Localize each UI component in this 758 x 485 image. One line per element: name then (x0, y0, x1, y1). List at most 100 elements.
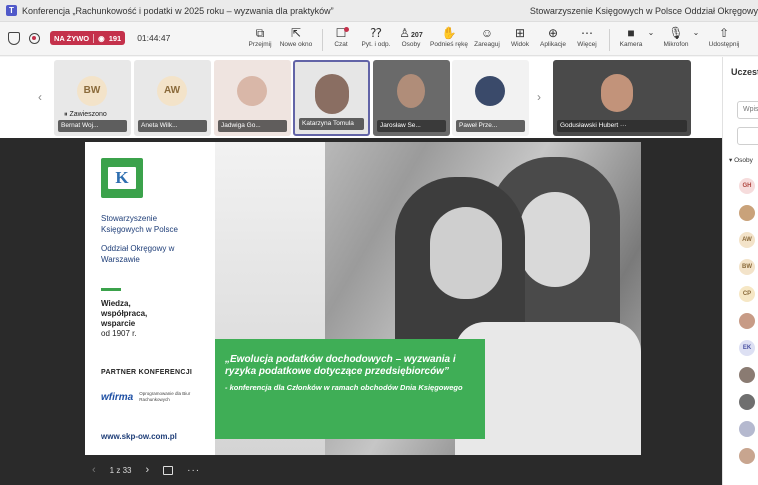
participant-avatar[interactable] (739, 448, 755, 464)
participant-avatar[interactable]: CP (739, 286, 755, 302)
new-window-button[interactable]: ⇱ Nowe okno (279, 25, 313, 55)
motto-line-1: Wiedza, (101, 299, 131, 308)
participant-avatar[interactable]: BW (739, 259, 755, 275)
raise-hand-button[interactable]: ✋ Podnieś rękę (430, 25, 468, 55)
share-button[interactable]: ⇧ Udostępnij (706, 25, 742, 55)
participant-tile[interactable]: Jarosław Se... (373, 60, 450, 136)
chevron-down-icon: ▾ (729, 157, 733, 164)
since-year: od 1907 r. (101, 329, 137, 338)
slide-subline: - konferencja dla Członków w ramach obch… (225, 383, 463, 392)
chevron-left-icon[interactable]: ‹ (38, 90, 42, 104)
video-feed (601, 74, 633, 112)
panel-input[interactable] (737, 127, 758, 145)
previous-slide-button[interactable]: ‹ (92, 464, 96, 476)
chevron-right-icon[interactable]: › (537, 90, 541, 104)
apps-plus-icon: ⊕ (547, 26, 559, 40)
participant-tile[interactable]: Godusławski Hubert ··· (553, 60, 691, 136)
participant-tile[interactable]: AW Aneta Wilk... (134, 60, 211, 136)
participant-avatar[interactable]: GH (739, 178, 755, 194)
shield-icon[interactable] (8, 31, 20, 45)
participant-avatar[interactable]: EK (739, 340, 755, 356)
participant-avatar[interactable] (739, 205, 755, 221)
slide-left-panel: K Stowarzyszenie Księgowych w Polsce Odd… (85, 142, 215, 455)
participant-tile[interactable]: BW ⏸ Zawieszono Bernat Woj... (54, 60, 131, 136)
hand-icon: ✋ (441, 26, 457, 40)
search-input[interactable]: Wpisz (737, 101, 758, 119)
camera-options-button[interactable]: ⌄ (646, 25, 656, 55)
next-slide-button[interactable]: › (145, 464, 149, 476)
toolbar-divider (322, 29, 323, 51)
take-control-icon: ⧉ (255, 26, 265, 40)
website-url: www.skp-ow.com.pl (101, 432, 177, 441)
participants-panel: Uczestnicy Wpisz ▾ Osoby GH AW BW CP EK (722, 57, 758, 485)
panel-header: Uczestnicy (731, 67, 758, 77)
slide-headline: „Ewolucja podatków dochodowych – wyzwani… (225, 354, 456, 377)
org-name: Stowarzyszenie Księgowych w Polsce (101, 214, 178, 234)
qa-icon: ⁇ (370, 26, 382, 40)
partner-label: PARTNER KONFERENCJI (101, 369, 193, 376)
qa-button[interactable]: ⁇ Pyt. i odp. (360, 25, 392, 55)
people-count: 207 (411, 32, 423, 39)
live-badge[interactable]: NA ŻYWO ◉ 191 (50, 31, 126, 45)
teams-app-icon: T (6, 5, 17, 16)
apps-button[interactable]: ⊕ Aplikacje (539, 25, 567, 55)
chat-button[interactable]: ☐ Czat (331, 25, 351, 55)
camera-icon: ■ (627, 26, 635, 40)
logo-letter: K (108, 167, 136, 189)
share-screen-icon: ⇧ (718, 26, 730, 40)
people-button[interactable]: ♙207 Osoby (398, 25, 424, 55)
participant-name: Aneta Wilk... (138, 120, 207, 132)
more-dots-icon[interactable]: ··· (187, 465, 200, 476)
avatar (237, 76, 267, 106)
microphone-button[interactable]: 🎙 Mikrofon (662, 25, 690, 55)
microphone-icon: 🎙 (668, 26, 684, 40)
react-button[interactable]: ☺ Zareaguj (473, 25, 501, 55)
partner-name: wfirma (101, 391, 134, 403)
video-feed (397, 74, 425, 108)
participant-strip: ‹ BW ⏸ Zawieszono Bernat Woj... AW Aneta… (0, 57, 722, 138)
slide-grid-icon[interactable] (163, 465, 174, 475)
participant-name: Bernat Woj... (58, 120, 127, 132)
people-icon: ♙ (399, 26, 411, 40)
paused-label: Zawieszono (69, 111, 107, 118)
view-button[interactable]: ⊞ Widok (509, 25, 531, 55)
more-button[interactable]: ⋯ Więcej (575, 25, 599, 55)
camera-button[interactable]: ■ Kamera (617, 25, 645, 55)
live-divider (93, 33, 95, 43)
chat-unread-dot (344, 27, 349, 32)
toolbar-divider (609, 29, 610, 51)
take-control-button[interactable]: ⧉ Przejmij (248, 25, 272, 55)
page-indicator: 1 z 33 (109, 465, 132, 475)
pop-out-icon: ⇱ (290, 26, 302, 40)
eye-icon: ◉ (98, 33, 105, 43)
more-dots-icon[interactable]: ··· (620, 122, 627, 129)
avatar: BW (77, 76, 107, 106)
smiley-icon: ☺ (480, 26, 494, 40)
avatar (475, 76, 505, 106)
participant-avatar[interactable] (739, 394, 755, 410)
partner-logo: wfirma Oprogramowanie dla Biur Rachunkow… (101, 391, 195, 403)
title-bar: T Konferencja „Rachunkowość i podatki w … (0, 0, 758, 22)
green-divider (101, 288, 121, 291)
participant-avatar[interactable]: AW (739, 232, 755, 248)
participant-tile[interactable]: Paweł Prze... (452, 60, 529, 136)
pause-icon: ⏸ (64, 111, 68, 118)
viewer-count: 191 (108, 33, 122, 43)
video-feed (315, 74, 349, 114)
mic-options-button[interactable]: ⌄ (691, 25, 701, 55)
people-section-header[interactable]: ▾ Osoby (729, 156, 753, 164)
participant-name: Katarzyna Tomula (299, 118, 364, 130)
participant-tile-active-speaker[interactable]: Katarzyna Tomula (293, 60, 370, 136)
partner-subtitle: Oprogramowanie dla Biur Rachunkowych (139, 391, 191, 402)
skp-logo: K (101, 158, 143, 198)
participant-name: Godusławski Hubert ··· (557, 120, 687, 132)
motto-line-3: wsparcie (101, 319, 136, 328)
recording-icon (29, 32, 40, 44)
participant-avatar[interactable] (739, 367, 755, 383)
participant-avatar[interactable] (739, 421, 755, 437)
participant-avatar[interactable] (739, 313, 755, 329)
participant-tile[interactable]: Jadwiga Go... (214, 60, 291, 136)
live-label: NA ŻYWO (54, 33, 90, 43)
participant-name: Paweł Prze... (456, 120, 525, 132)
chevron-down-icon: ⌄ (692, 28, 700, 37)
